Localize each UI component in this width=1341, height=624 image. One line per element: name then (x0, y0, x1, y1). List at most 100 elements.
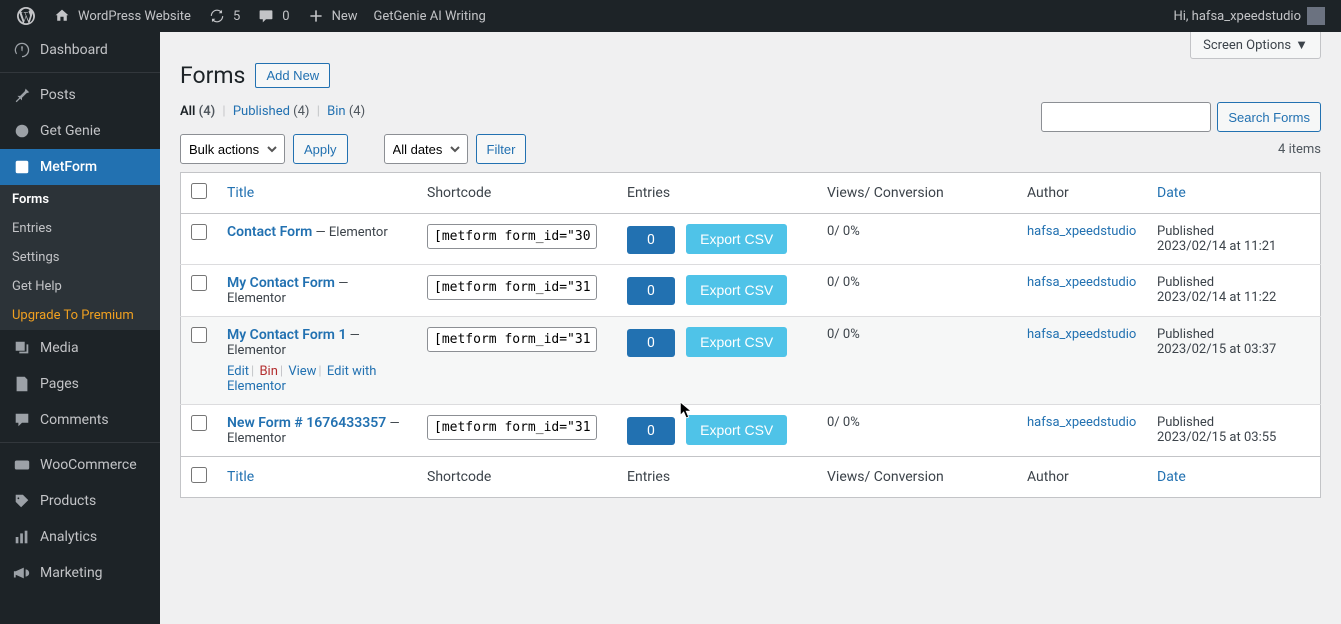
table-row: Contact Form — Elementor 0 Export CSV 0/… (181, 214, 1321, 265)
submenu-entries[interactable]: Entries (0, 214, 160, 243)
col-date[interactable]: Date (1147, 173, 1321, 214)
comments-icon (12, 410, 32, 430)
select-all-bottom[interactable] (191, 467, 207, 483)
admin-bar: WordPress Website 5 0 New GetGenie AI Wr… (0, 0, 1341, 32)
export-csv-button[interactable]: Export CSV (686, 415, 787, 445)
menu-marketing[interactable]: Marketing (0, 555, 160, 591)
bin-link[interactable]: Bin (259, 364, 277, 379)
date-value: 2023/02/14 at 11:21 (1157, 239, 1276, 254)
forms-table: Title Shortcode Entries Views/ Conversio… (180, 172, 1321, 498)
menu-woocommerce[interactable]: WooCommerce (0, 447, 160, 483)
table-row: My Contact Form — Elementor 0 Export CSV… (181, 265, 1321, 317)
author-link[interactable]: hafsa_xpeedstudio (1027, 224, 1136, 239)
chart-icon (12, 527, 32, 547)
add-new-button[interactable]: Add New (255, 63, 330, 88)
updates[interactable]: 5 (199, 0, 248, 32)
page-icon (12, 374, 32, 394)
row-checkbox[interactable] (191, 275, 207, 291)
form-title-link[interactable]: New Form # 1676433357 (227, 415, 386, 431)
avatar (1307, 7, 1325, 25)
screen-options-toggle[interactable]: Screen Options ▼ (1190, 32, 1321, 59)
author-link[interactable]: hafsa_xpeedstudio (1027, 275, 1136, 290)
genie-icon (12, 121, 32, 141)
date-filter-select[interactable]: All dates (384, 134, 468, 164)
entries-count[interactable]: 0 (627, 226, 675, 254)
shortcode-field[interactable] (427, 224, 597, 249)
edit-link[interactable]: Edit (227, 364, 249, 379)
export-csv-button[interactable]: Export CSV (686, 327, 787, 357)
filter-all[interactable]: All (4) (180, 104, 215, 119)
new-label: New (332, 9, 358, 24)
col-views-f: Views/ Conversion (817, 457, 1017, 498)
menu-comments[interactable]: Comments (0, 402, 160, 438)
form-title-link[interactable]: Contact Form (227, 224, 312, 240)
submenu-forms[interactable]: Forms (0, 185, 160, 214)
col-title-f[interactable]: Title (217, 457, 417, 498)
date-value: 2023/02/15 at 03:37 (1157, 342, 1276, 357)
menu-pages[interactable]: Pages (0, 366, 160, 402)
date-value: 2023/02/14 at 11:22 (1157, 290, 1276, 305)
col-views: Views/ Conversion (817, 173, 1017, 214)
menu-metform[interactable]: MetForm (0, 149, 160, 185)
submenu-settings[interactable]: Settings (0, 243, 160, 272)
col-author: Author (1017, 173, 1147, 214)
views-conversion: 0/ 0% (827, 327, 860, 342)
wordpress-icon (16, 6, 36, 26)
bulk-actions-select[interactable]: Bulk actions (180, 134, 285, 164)
submenu-upgrade[interactable]: Upgrade To Premium (0, 301, 160, 330)
site-home[interactable]: WordPress Website (44, 0, 199, 32)
menu-analytics[interactable]: Analytics (0, 519, 160, 555)
submenu-help[interactable]: Get Help (0, 272, 160, 301)
row-checkbox[interactable] (191, 415, 207, 431)
view-link[interactable]: View (288, 364, 316, 379)
megaphone-icon (12, 563, 32, 583)
wp-logo[interactable] (8, 0, 44, 32)
author-link[interactable]: hafsa_xpeedstudio (1027, 415, 1136, 430)
col-shortcode-f: Shortcode (417, 457, 617, 498)
export-csv-button[interactable]: Export CSV (686, 224, 787, 254)
entries-count[interactable]: 0 (627, 277, 675, 305)
new-content[interactable]: New (298, 0, 366, 32)
shortcode-field[interactable] (427, 275, 597, 300)
date-status: Published (1157, 224, 1310, 239)
col-date-f[interactable]: Date (1147, 457, 1321, 498)
row-actions: Edit| Bin| View| Edit with Elementor (227, 364, 407, 394)
getgenie-link[interactable]: GetGenie AI Writing (366, 0, 494, 32)
filter-button[interactable]: Filter (476, 134, 527, 164)
form-title-link[interactable]: My Contact Form (227, 275, 335, 291)
apply-button[interactable]: Apply (293, 134, 348, 164)
home-icon (52, 6, 72, 26)
menu-getgenie[interactable]: Get Genie (0, 113, 160, 149)
shortcode-field[interactable] (427, 415, 597, 440)
search-button[interactable]: Search Forms (1217, 102, 1321, 132)
filter-bin[interactable]: Bin (4) (327, 104, 365, 119)
form-title-link[interactable]: My Contact Form 1 (227, 327, 346, 343)
shortcode-field[interactable] (427, 327, 597, 352)
updates-count: 5 (233, 9, 240, 24)
col-title[interactable]: Title (217, 173, 417, 214)
menu-products[interactable]: Products (0, 483, 160, 519)
menu-dashboard[interactable]: Dashboard (0, 32, 160, 68)
col-shortcode: Shortcode (417, 173, 617, 214)
menu-media[interactable]: Media (0, 330, 160, 366)
dashboard-icon (12, 40, 32, 60)
comments-count: 0 (282, 9, 289, 24)
entries-count[interactable]: 0 (627, 329, 675, 357)
date-status: Published (1157, 327, 1310, 342)
admin-sidebar: Dashboard Posts Get Genie MetForm Forms … (0, 32, 160, 624)
menu-posts[interactable]: Posts (0, 77, 160, 113)
search-input[interactable] (1041, 102, 1211, 132)
comments[interactable]: 0 (248, 0, 297, 32)
row-checkbox[interactable] (191, 224, 207, 240)
user-greeting[interactable]: Hi, hafsa_xpeedstudio (1165, 0, 1333, 32)
products-icon (12, 491, 32, 511)
comment-icon (256, 6, 276, 26)
plus-icon (306, 6, 326, 26)
filter-published[interactable]: Published (4) (233, 104, 310, 119)
entries-count[interactable]: 0 (627, 417, 675, 445)
row-checkbox[interactable] (191, 327, 207, 343)
author-link[interactable]: hafsa_xpeedstudio (1027, 327, 1136, 342)
export-csv-button[interactable]: Export CSV (686, 275, 787, 305)
select-all-top[interactable] (191, 183, 207, 199)
date-value: 2023/02/15 at 03:55 (1157, 430, 1276, 445)
